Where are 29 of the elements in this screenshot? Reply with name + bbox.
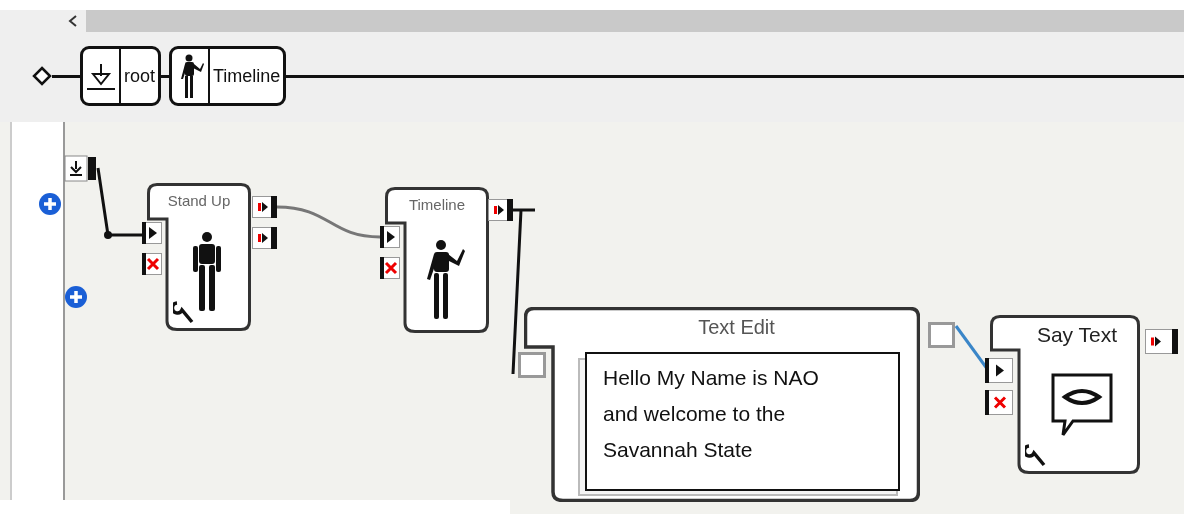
output-port[interactable]: [488, 199, 513, 221]
start-port[interactable]: [985, 358, 1013, 383]
block-title: Stand Up: [166, 192, 232, 209]
output-port[interactable]: [252, 227, 277, 249]
breadcrumb-button[interactable]: root: [80, 46, 162, 106]
stop-port[interactable]: [142, 253, 162, 275]
add-icon[interactable]: [39, 193, 61, 215]
block-title: Timeline: [407, 196, 467, 213]
scroll-left-icon[interactable]: [68, 15, 78, 27]
block-title: Say Text: [1035, 323, 1119, 347]
stop-port[interactable]: [985, 390, 1013, 415]
breadcrumb-button[interactable]: Timeline: [169, 46, 287, 106]
wrench-icon[interactable]: [1025, 444, 1047, 468]
start-port[interactable]: [380, 226, 400, 248]
output-port[interactable]: [1145, 329, 1178, 354]
input-port[interactable]: [518, 352, 546, 378]
block-title: Text Edit: [697, 316, 776, 339]
junction-dot: [104, 231, 112, 239]
connection-line: [96, 167, 142, 237]
speech-bubble-icon: [1051, 373, 1113, 439]
add-icon[interactable]: [65, 286, 87, 308]
text-input-field[interactable]: Hello My Name is NAO and welcome to the Savannah State: [585, 352, 900, 491]
wrench-icon[interactable]: [173, 301, 195, 325]
scrollbar[interactable]: [86, 10, 1184, 32]
output-port[interactable]: [252, 196, 277, 218]
text-edit-block[interactable]: Text Edit Hello My Name is NAO and welcome to the Savannah State: [524, 307, 920, 502]
start-port[interactable]: [142, 222, 162, 244]
stop-port[interactable]: [380, 257, 400, 279]
input-port[interactable]: [64, 155, 98, 182]
